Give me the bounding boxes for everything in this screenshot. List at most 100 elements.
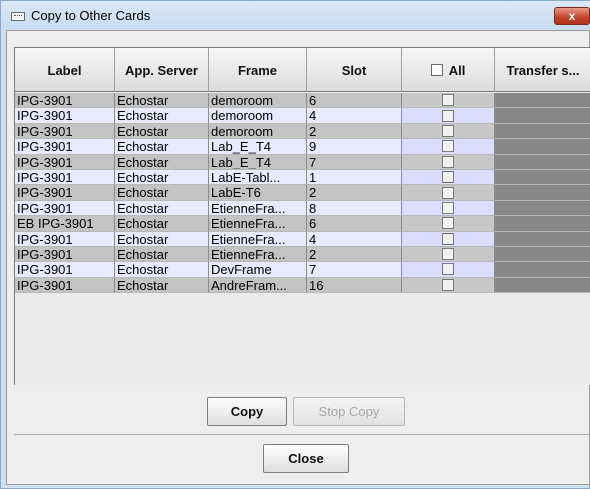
table-row[interactable]: IPG-3901 Echostar EtienneFra... 2 bbox=[15, 246, 590, 263]
cell-select bbox=[402, 231, 495, 247]
separator bbox=[14, 434, 590, 435]
cell-server: Echostar bbox=[115, 246, 209, 263]
table-row[interactable]: IPG-3901 Echostar LabE-T6 2 bbox=[15, 185, 590, 201]
cell-frame: Lab_E_T4 bbox=[209, 139, 307, 155]
cell-server: Echostar bbox=[115, 154, 209, 170]
cell-server: Echostar bbox=[115, 216, 209, 232]
cell-label: IPG-3901 bbox=[15, 93, 115, 109]
cell-select bbox=[402, 93, 495, 109]
table-row[interactable]: IPG-3901 Echostar Lab_E_T4 7 bbox=[15, 154, 590, 170]
window-close-button[interactable]: x bbox=[554, 7, 590, 25]
cell-transfer-status bbox=[495, 93, 590, 109]
cell-frame: LabE-T6 bbox=[209, 185, 307, 201]
cell-label: IPG-3901 bbox=[15, 108, 115, 124]
column-header-transfer-status-text: Transfer s... bbox=[506, 62, 580, 78]
table-row[interactable]: IPG-3901 Echostar demoroom 6 bbox=[15, 93, 590, 109]
cell-transfer-status bbox=[495, 200, 590, 217]
cell-frame: DevFrame bbox=[209, 262, 307, 278]
row-select-checkbox[interactable] bbox=[442, 155, 454, 168]
column-header-app-server[interactable]: App. Server bbox=[115, 48, 209, 92]
column-header-slot[interactable]: Slot bbox=[307, 48, 402, 92]
row-select-checkbox[interactable] bbox=[442, 109, 454, 122]
table-row[interactable]: IPG-3901 Echostar demoroom 4 bbox=[15, 108, 590, 124]
cell-label: IPG-3901 bbox=[15, 231, 115, 247]
cell-slot: 4 bbox=[307, 108, 402, 124]
column-header-app-server-text: App. Server bbox=[125, 62, 198, 78]
table-row[interactable]: IPG-3901 Echostar LabE-Tabl... 1 bbox=[15, 169, 590, 186]
table-row[interactable]: IPG-3901 Echostar AndreFram... 16 bbox=[15, 277, 590, 294]
column-header-all[interactable]: All bbox=[402, 48, 495, 92]
row-select-checkbox[interactable] bbox=[442, 248, 454, 261]
cell-label: IPG-3901 bbox=[15, 262, 115, 278]
row-select-checkbox[interactable] bbox=[442, 201, 454, 214]
row-select-checkbox[interactable] bbox=[442, 186, 454, 199]
cell-frame: AndreFram... bbox=[209, 277, 307, 294]
cell-slot: 6 bbox=[307, 93, 402, 109]
cell-slot: 16 bbox=[307, 277, 402, 294]
cell-transfer-status bbox=[495, 262, 590, 278]
cell-server: Echostar bbox=[115, 139, 209, 155]
cell-select bbox=[402, 139, 495, 155]
cell-server: Echostar bbox=[115, 200, 209, 217]
table-row[interactable]: IPG-3901 Echostar demoroom 2 bbox=[15, 123, 590, 140]
column-header-frame[interactable]: Frame bbox=[209, 48, 307, 92]
cell-frame: EtienneFra... bbox=[209, 216, 307, 232]
cell-transfer-status bbox=[495, 185, 590, 201]
cell-label: IPG-3901 bbox=[15, 277, 115, 294]
title-bar[interactable]: Copy to Other Cards x bbox=[1, 1, 590, 31]
cell-slot: 2 bbox=[307, 123, 402, 140]
column-header-all-text: All bbox=[448, 62, 466, 78]
copy-button[interactable]: Copy bbox=[207, 397, 287, 426]
row-select-checkbox[interactable] bbox=[442, 278, 454, 291]
cell-label: IPG-3901 bbox=[15, 139, 115, 155]
cell-frame: demoroom bbox=[209, 93, 307, 109]
cell-label: EB IPG-3901 bbox=[15, 216, 115, 232]
cell-transfer-status bbox=[495, 154, 590, 170]
cell-server: Echostar bbox=[115, 277, 209, 294]
close-icon: x bbox=[568, 9, 576, 23]
cell-transfer-status bbox=[495, 246, 590, 263]
cell-slot: 9 bbox=[307, 139, 402, 155]
column-header-transfer-status[interactable]: Transfer s... bbox=[495, 48, 590, 92]
row-select-checkbox[interactable] bbox=[442, 217, 454, 230]
row-select-checkbox[interactable] bbox=[442, 140, 454, 153]
cell-slot: 7 bbox=[307, 154, 402, 170]
cell-slot: 2 bbox=[307, 246, 402, 263]
cell-frame: demoroom bbox=[209, 108, 307, 124]
cell-slot: 8 bbox=[307, 200, 402, 217]
row-select-checkbox[interactable] bbox=[442, 124, 454, 137]
table-row[interactable]: IPG-3901 Echostar Lab_E_T4 9 bbox=[15, 139, 590, 155]
cell-transfer-status bbox=[495, 277, 590, 294]
select-all-checkbox[interactable] bbox=[430, 64, 443, 76]
cell-slot: 6 bbox=[307, 216, 402, 232]
cell-frame: Lab_E_T4 bbox=[209, 154, 307, 170]
cards-table: Label App. Server Frame Slot All Transfe… bbox=[14, 47, 590, 385]
table-row[interactable]: EB IPG-3901 Echostar EtienneFra... 6 bbox=[15, 216, 590, 232]
column-header-slot-text: Slot bbox=[341, 62, 367, 78]
cell-server: Echostar bbox=[115, 262, 209, 278]
row-select-checkbox[interactable] bbox=[442, 171, 454, 184]
cell-frame: LabE-Tabl... bbox=[209, 169, 307, 186]
table-row[interactable]: IPG-3901 Echostar EtienneFra... 8 bbox=[15, 200, 590, 217]
cell-select bbox=[402, 108, 495, 124]
table-row[interactable]: IPG-3901 Echostar DevFrame 7 bbox=[15, 262, 590, 278]
table-row[interactable]: IPG-3901 Echostar EtienneFra... 4 bbox=[15, 231, 590, 247]
cell-select bbox=[402, 200, 495, 217]
cell-transfer-status bbox=[495, 139, 590, 155]
table-body: IPG-3901 Echostar demoroom 6 IPG-3901 Echosta… bbox=[15, 93, 590, 294]
cell-transfer-status bbox=[495, 123, 590, 140]
close-button[interactable]: Close bbox=[263, 444, 349, 473]
row-select-checkbox[interactable] bbox=[442, 263, 454, 276]
stop-copy-button[interactable]: Stop Copy bbox=[293, 397, 405, 426]
row-select-checkbox[interactable] bbox=[442, 232, 454, 245]
cell-frame: EtienneFra... bbox=[209, 246, 307, 263]
cell-server: Echostar bbox=[115, 123, 209, 140]
row-select-checkbox[interactable] bbox=[442, 94, 454, 107]
column-header-label[interactable]: Label bbox=[15, 48, 115, 92]
cell-select bbox=[402, 216, 495, 232]
cell-slot: 2 bbox=[307, 185, 402, 201]
cell-transfer-status bbox=[495, 231, 590, 247]
cell-select bbox=[402, 277, 495, 294]
column-header-frame-text: Frame bbox=[237, 62, 278, 78]
cell-server: Echostar bbox=[115, 231, 209, 247]
